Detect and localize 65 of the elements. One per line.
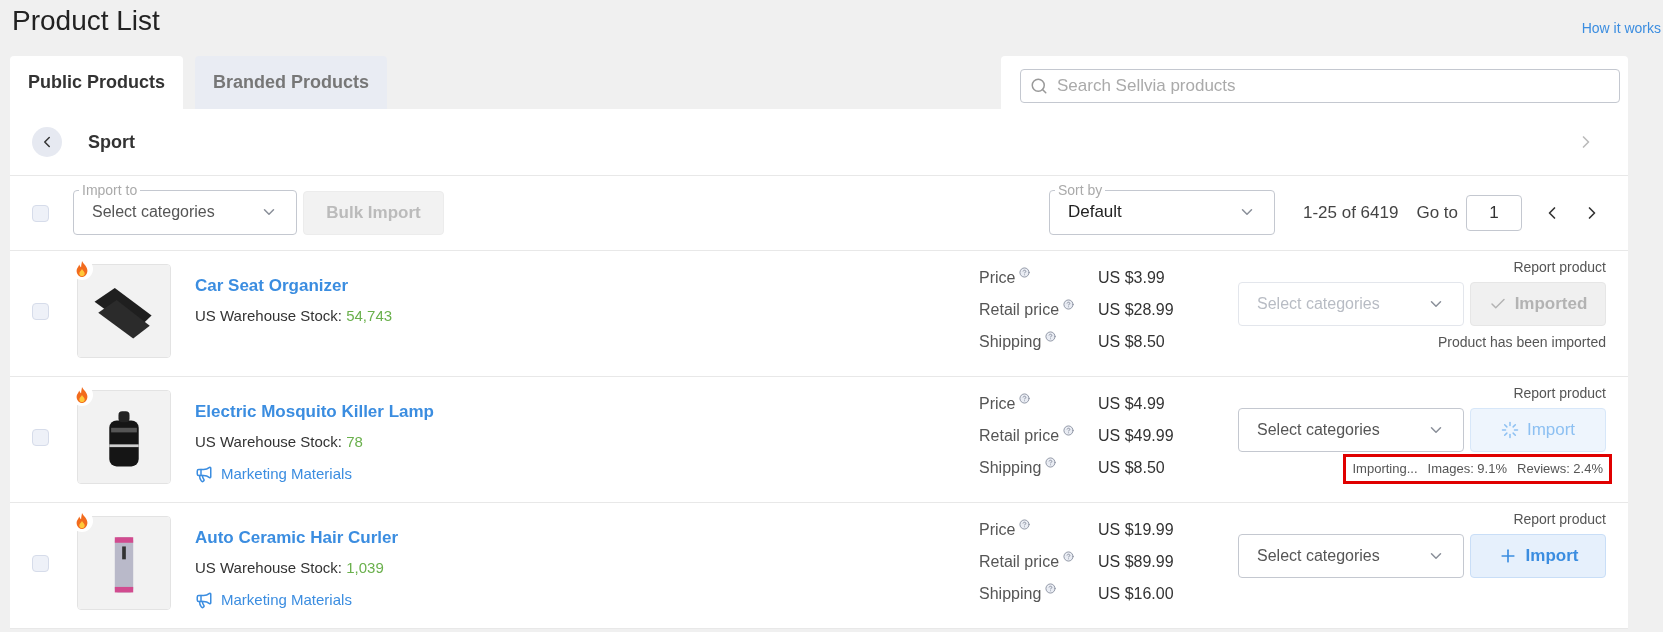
price-value: US $49.99 — [1098, 426, 1175, 446]
price-value: US $16.00 — [1098, 584, 1175, 604]
help-icon[interactable] — [1063, 299, 1075, 310]
help-icon[interactable] — [1019, 393, 1031, 404]
progress-text: Importing... — [1352, 460, 1418, 478]
import-note: Product has been imported — [1437, 333, 1606, 352]
stock-text: US Warehouse Stock: 54,743 — [195, 306, 394, 326]
search-field[interactable]: Search Sellvia products — [1020, 69, 1620, 103]
price-label: Price — [979, 394, 1016, 414]
price-label: Retail price — [979, 426, 1060, 446]
report-link[interactable]: Report product — [1513, 509, 1606, 529]
stock-text: US Warehouse Stock: 78 — [195, 432, 364, 452]
sort-select[interactable]: Sort by Default — [1048, 181, 1275, 235]
category-select[interactable]: Select categories — [1238, 534, 1464, 578]
price-value: US $89.99 — [1098, 552, 1175, 572]
checkbox[interactable] — [32, 429, 49, 446]
category-title: Sport — [88, 130, 135, 154]
help-icon[interactable] — [1019, 267, 1031, 278]
price-label: Shipping — [979, 584, 1042, 604]
page-field[interactable]: 1 — [1466, 195, 1522, 231]
price-value: US $4.99 — [1098, 394, 1166, 414]
megaphone-icon — [195, 464, 213, 483]
report-link[interactable]: Report product — [1513, 257, 1606, 277]
help-icon[interactable] — [1045, 331, 1057, 342]
price-value: US $19.99 — [1098, 520, 1175, 540]
imported-button[interactable]: Imported — [1470, 282, 1606, 326]
page-title: Product List — [12, 4, 160, 38]
megaphone-icon — [195, 590, 213, 609]
price-value: US $8.50 — [1098, 458, 1166, 478]
help-link[interactable]: How it works — [1581, 18, 1661, 39]
stock-text: US Warehouse Stock: 1,039 — [195, 558, 385, 578]
marketing-link[interactable]: Marketing Materials — [195, 588, 829, 611]
product-name[interactable]: Car Seat Organizer — [195, 274, 829, 298]
price-value: US $3.99 — [1098, 268, 1166, 288]
price-label: Shipping — [979, 332, 1042, 352]
range-label: 1-25 of 6419 — [1302, 202, 1399, 225]
progress-text: Reviews: 2.4% — [1517, 460, 1603, 478]
product-name[interactable]: Auto Ceramic Hair Curler — [195, 526, 829, 550]
help-icon[interactable] — [1063, 551, 1075, 562]
search-icon — [1030, 77, 1048, 95]
marketing-link[interactable]: Marketing Materials — [195, 462, 829, 485]
checkbox[interactable] — [32, 555, 49, 572]
help-icon[interactable] — [1019, 519, 1031, 530]
tab[interactable]: Branded Products — [195, 56, 388, 109]
back-button[interactable] — [32, 127, 62, 157]
product-name[interactable]: Electric Mosquito Killer Lamp — [195, 400, 829, 424]
tab[interactable]: Public Products — [10, 56, 184, 109]
price-label: Retail price — [979, 552, 1060, 572]
import-button[interactable]: Import — [1470, 534, 1606, 578]
price-label: Price — [979, 520, 1016, 540]
price-value: US $28.99 — [1098, 300, 1175, 320]
price-label: Price — [979, 268, 1016, 288]
price-label: Retail price — [979, 300, 1060, 320]
price-value: US $8.50 — [1098, 332, 1166, 352]
goto-label: Go to — [1416, 202, 1458, 225]
price-label: Shipping — [979, 458, 1042, 478]
help-icon[interactable] — [1045, 583, 1057, 594]
progress-text: Images: 9.1% — [1427, 460, 1507, 478]
category-select[interactable]: Select categories — [1238, 408, 1464, 452]
report-link[interactable]: Report product — [1513, 383, 1606, 403]
checkbox[interactable] — [32, 204, 49, 222]
checkbox[interactable] — [32, 303, 49, 320]
spinner-icon — [1500, 421, 1519, 439]
help-icon[interactable] — [1063, 425, 1075, 436]
help-icon[interactable] — [1045, 457, 1057, 468]
